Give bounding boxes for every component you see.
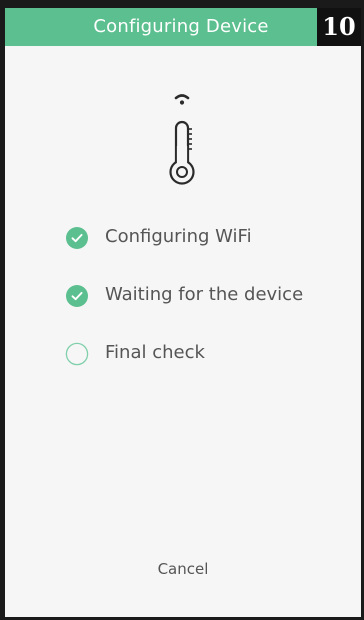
page-title: Configuring Device bbox=[93, 16, 269, 37]
setup-steps-list: Configuring WiFi Waiting for the device … bbox=[65, 224, 355, 398]
step-label: Waiting for the device bbox=[105, 284, 304, 305]
app-screen: Configuring Device 10 Configuring WiFi W… bbox=[5, 8, 361, 617]
number-badge: 10 bbox=[317, 8, 361, 46]
cancel-button[interactable]: Cancel bbox=[5, 560, 361, 578]
app-header: Configuring Device 10 bbox=[5, 8, 361, 46]
check-circle-icon bbox=[66, 285, 88, 307]
step-waiting-for-device: Waiting for the device bbox=[65, 282, 355, 340]
step-final-check: Final check bbox=[65, 340, 355, 398]
thermometer-icon bbox=[169, 94, 195, 185]
status-bar bbox=[0, 0, 364, 8]
step-configuring-wifi: Configuring WiFi bbox=[65, 224, 355, 282]
check-circle-icon bbox=[66, 227, 88, 249]
device-frame: Configuring Device 10 Configuring WiFi W… bbox=[0, 0, 364, 620]
step-label: Configuring WiFi bbox=[105, 226, 252, 247]
empty-circle-icon bbox=[65, 342, 89, 366]
step-label: Final check bbox=[105, 342, 205, 363]
wifi-signal-icon bbox=[174, 94, 190, 105]
